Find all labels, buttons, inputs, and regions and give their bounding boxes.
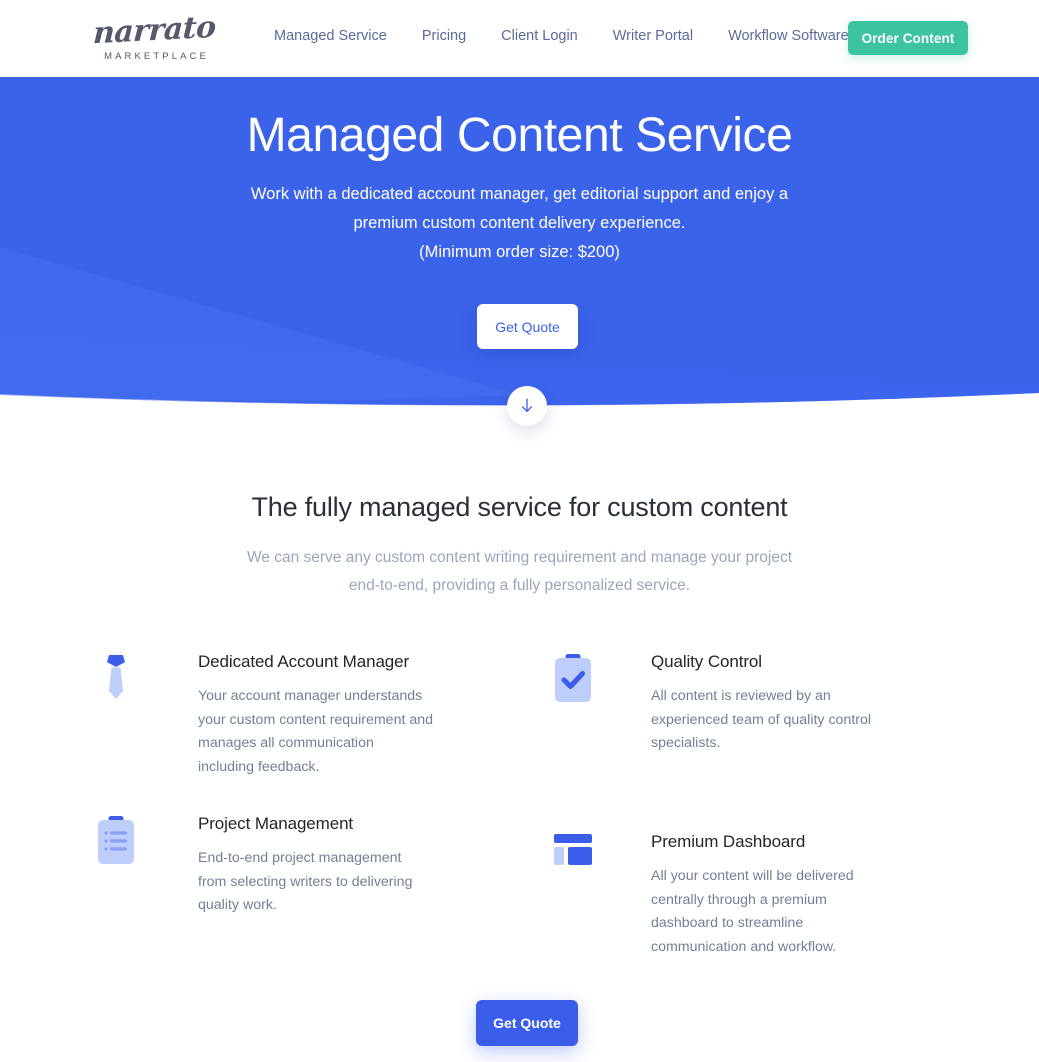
hero-content: Managed Content Service Work with a dedi… [0,77,1039,267]
feature-item-quality-control: Quality Control All content is reviewed … [545,651,900,756]
nav-link-client-login[interactable]: Client Login [501,28,578,44]
hero-title: Managed Content Service [246,109,793,162]
feature-text: Dedicated Account Manager Your account m… [198,651,433,779]
nav-link-managed-service[interactable]: Managed Service [274,28,387,44]
feature-title: Dedicated Account Manager [198,652,410,671]
hero-get-quote-button[interactable]: Get Quote [477,304,578,349]
nav-link-writer-portal[interactable]: Writer Portal [613,28,693,44]
feature-title: Premium Dashboard [651,832,806,851]
section-subtitle: We can serve any custom content writing … [0,544,1039,600]
feature-description: All your content will be delivered centr… [651,868,854,955]
arrow-down-icon [520,398,534,414]
narrato-logo[interactable]: narrato MARKETPLACE [92,9,217,64]
dashboard-layout-icon [545,831,601,887]
feature-title: Project Management [198,814,354,833]
feature-item-project-management: Project Management End-to-end project ma… [88,813,433,918]
feature-text: Quality Control All content is reviewed … [651,651,900,756]
feature-item-premium-dashboard: Premium Dashboard All your content will … [545,831,890,959]
logo-tagline: MARKETPLACE [104,51,209,62]
section-subtitle-line-1: We can serve any custom content writing … [246,549,793,566]
feature-description: All content is reviewed by an experience… [651,688,872,751]
logo-wordmark: narrato [92,9,217,52]
feature-description: End-to-end project management from selec… [198,850,413,913]
clipboard-list-icon [88,813,144,869]
hero-subtitle-line-2: premium custom content delivery experien… [353,214,686,232]
site-header: narrato MARKETPLACE Managed Service Pric… [0,0,1039,77]
nav-link-pricing[interactable]: Pricing [422,28,466,44]
hero-subtitle-line-1: Work with a dedicated account manager, g… [250,185,789,203]
feature-text: Premium Dashboard All your content will … [651,831,890,959]
feature-item-dedicated-account-manager: Dedicated Account Manager Your account m… [88,651,433,779]
scroll-down-button[interactable] [507,386,547,426]
hero-minimum-order: (Minimum order size: $200) [419,243,620,261]
feature-grid: Dedicated Account Manager Your account m… [0,643,1039,963]
section-get-quote-button[interactable]: Get Quote [476,1000,578,1046]
feature-text: Project Management End-to-end project ma… [198,813,433,918]
page-root: narrato MARKETPLACE Managed Service Pric… [0,0,1039,1062]
order-content-button[interactable]: Order Content [848,21,968,55]
hero-subtitle: Work with a dedicated account manager, g… [0,180,1039,267]
necktie-icon [88,651,144,707]
feature-description: Your account manager understands your cu… [198,688,434,775]
hero-banner: Managed Content Service Work with a dedi… [0,77,1039,417]
managed-service-section: The fully managed service for custom con… [0,417,1039,963]
section-title: The fully managed service for custom con… [251,492,788,522]
section-subtitle-line-2: end-to-end, providing a fully personaliz… [348,577,691,594]
nav-link-workflow-software[interactable]: Workflow Software [728,28,849,44]
feature-title: Quality Control [651,652,762,671]
primary-navigation: Managed Service Pricing Client Login Wri… [274,28,849,44]
clipboard-check-icon [545,651,601,707]
